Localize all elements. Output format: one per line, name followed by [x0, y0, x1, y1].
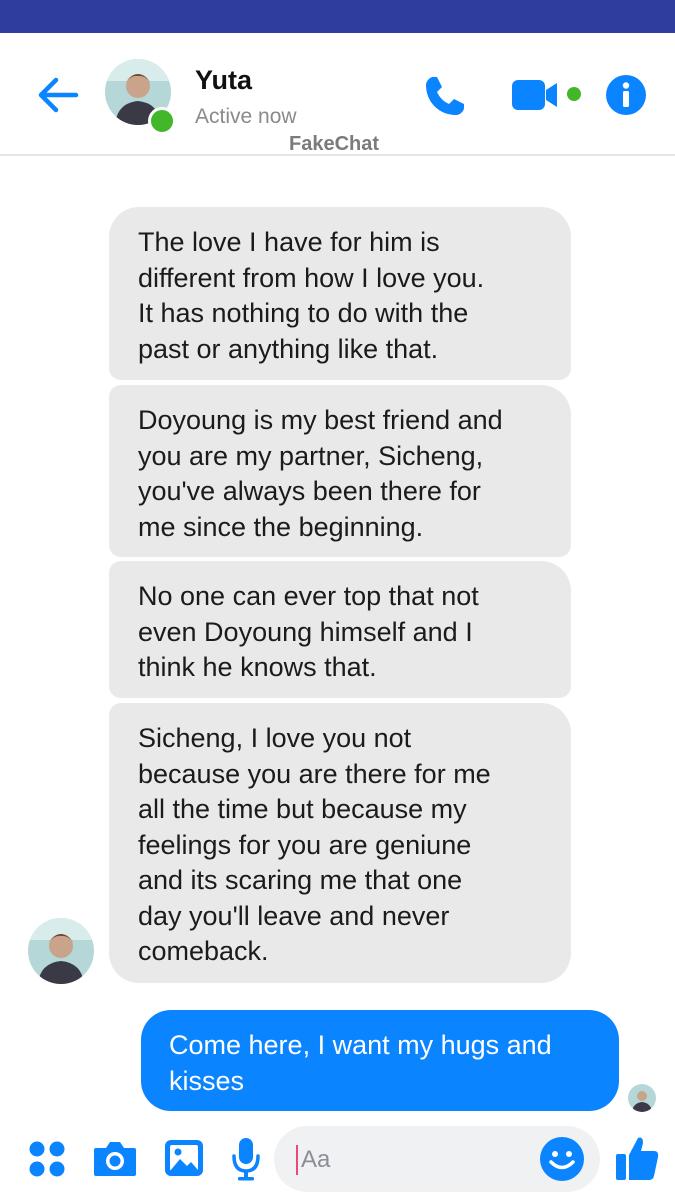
contact-name[interactable]: Yuta [195, 65, 252, 96]
call-button[interactable] [420, 71, 470, 121]
contact-status: Active now [195, 105, 297, 128]
message-bubble-outgoing[interactable]: Come here, I want my hugs and kisses [141, 1010, 619, 1111]
phone-icon [426, 77, 464, 115]
chat-header: Yuta Active now FakeChat [0, 33, 675, 156]
seen-receipt-avatar [628, 1084, 656, 1112]
gallery-button[interactable] [163, 1137, 205, 1179]
watermark: FakeChat [289, 133, 380, 155]
back-button[interactable] [36, 73, 80, 117]
camera-button[interactable] [92, 1138, 138, 1180]
text-caret [296, 1145, 298, 1175]
four-dots-icon [29, 1141, 65, 1177]
status-bar [0, 0, 675, 33]
emoji-button[interactable] [539, 1136, 585, 1182]
camera-icon [94, 1142, 136, 1176]
composer-bar: Aa [0, 1120, 675, 1200]
message-input[interactable]: Aa [274, 1126, 600, 1192]
message-input-placeholder: Aa [301, 1146, 331, 1173]
voice-message-button[interactable] [231, 1136, 261, 1182]
more-actions-button[interactable] [28, 1140, 66, 1178]
like-button[interactable] [614, 1134, 660, 1182]
microphone-icon [232, 1138, 260, 1181]
message-bubble-incoming[interactable]: No one can ever top that not even Doyoun… [109, 561, 571, 698]
video-call-button[interactable] [510, 73, 586, 117]
thumbs-up-icon [616, 1137, 659, 1180]
message-bubble-incoming[interactable]: Doyoung is my best friend and you are my… [109, 385, 571, 557]
message-bubble-incoming[interactable]: The love I have for him is different fro… [109, 207, 571, 380]
info-button[interactable] [604, 73, 648, 117]
message-bubble-incoming[interactable]: Sicheng, I love you not because you are … [109, 703, 571, 983]
image-icon [165, 1140, 203, 1176]
info-icon [606, 75, 646, 115]
video-camera-icon [512, 80, 581, 110]
smiley-icon [540, 1137, 584, 1181]
sender-avatar[interactable] [28, 918, 94, 984]
online-indicator [148, 107, 176, 135]
arrow-left-icon [38, 77, 79, 113]
